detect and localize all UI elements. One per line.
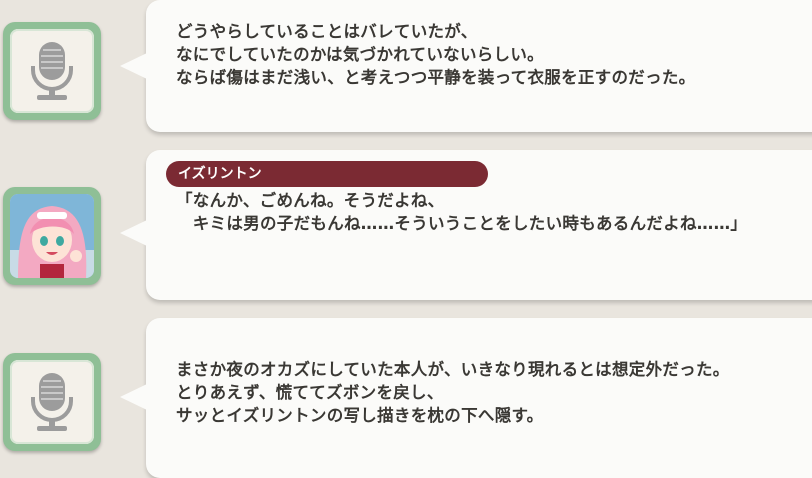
microphone-icon bbox=[28, 40, 76, 102]
dialogue-bubble: イズリントン 「なんか、ごめんね。そうだよね、 キミは男の子だもんね……そういう… bbox=[120, 150, 812, 300]
microphone-icon bbox=[28, 371, 76, 433]
dialogue-bubble: まさか夜のオカズにしていた本人が、いきなり現れるとは想定外だった。 とりあえず、… bbox=[120, 318, 812, 478]
character-avatar[interactable] bbox=[3, 187, 101, 285]
narrator-avatar[interactable] bbox=[3, 353, 101, 451]
narrator-avatar[interactable] bbox=[3, 22, 101, 120]
dialogue-text: 「なんか、ごめんね。そうだよね、 キミは男の子だもんね……そういうことをしたい時… bbox=[176, 191, 748, 233]
dialogue-text: どうやらしていることはバレていたが、 なにでしていたのかは気づかれていないらしい… bbox=[176, 22, 696, 87]
bubble-tail bbox=[120, 384, 147, 410]
dialogue-bubble: どうやらしていることはバレていたが、 なにでしていたのかは気づかれていないらしい… bbox=[120, 0, 812, 132]
speaker-name-tag: イズリントン bbox=[166, 161, 488, 187]
character-portrait-icon bbox=[10, 194, 94, 278]
dialogue-text: まさか夜のオカズにしていた本人が、いきなり現れるとは想定外だった。 とりあえず、… bbox=[176, 360, 730, 425]
bubble-tail bbox=[120, 53, 147, 79]
bubble-tail bbox=[120, 220, 147, 246]
